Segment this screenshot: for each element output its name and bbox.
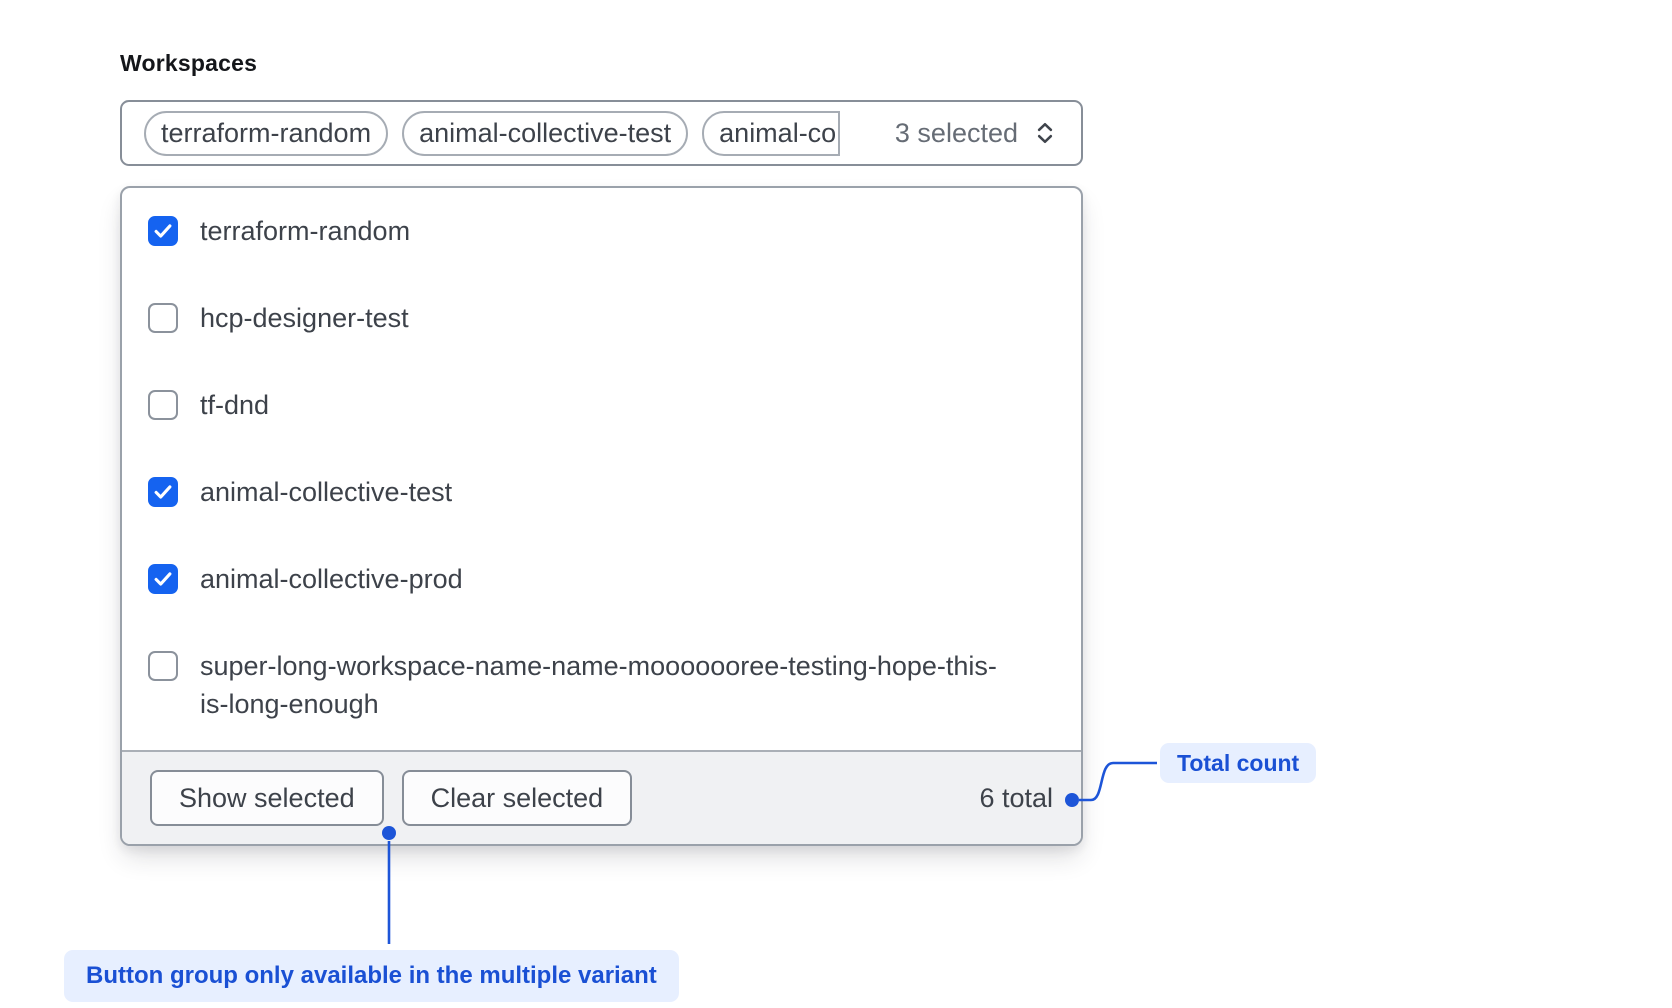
annotation-line-total-count	[1079, 763, 1157, 800]
toggle-count-area: 3 selected	[885, 118, 1059, 149]
option-label: animal-collective-test	[200, 473, 452, 511]
selected-tags: terraform-random animal-collective-test …	[144, 111, 885, 156]
selected-tag: terraform-random	[144, 111, 388, 156]
check-icon	[152, 220, 174, 242]
option-label: terraform-random	[200, 212, 410, 250]
listbox-footer: Show selected Clear selected 6 total	[122, 750, 1081, 844]
annotation-total-count: Total count	[1160, 743, 1316, 783]
check-icon	[152, 481, 174, 503]
checkbox[interactable]	[148, 303, 178, 333]
total-count-text: 6 total	[979, 783, 1053, 814]
option-list: terraform-random hcp-designer-test tf-dn…	[122, 188, 1081, 772]
checkbox[interactable]	[148, 216, 178, 246]
multiselect-listbox: terraform-random hcp-designer-test tf-dn…	[120, 186, 1083, 846]
annotation-button-group: Button group only available in the multi…	[64, 950, 679, 1002]
option-row[interactable]: hcp-designer-test	[148, 299, 1055, 337]
option-row[interactable]: animal-collective-test	[148, 473, 1055, 511]
selected-tag: animal-collective-test	[402, 111, 688, 156]
option-row[interactable]: terraform-random	[148, 212, 1055, 250]
selected-tag-clipped: animal-collective-prod	[702, 111, 840, 156]
option-row[interactable]: animal-collective-prod	[148, 560, 1055, 598]
option-row[interactable]: tf-dnd	[148, 386, 1055, 424]
option-label: animal-collective-prod	[200, 560, 463, 598]
checkbox[interactable]	[148, 390, 178, 420]
option-label: super-long-workspace-name-name-moooooore…	[200, 647, 1000, 723]
checkbox[interactable]	[148, 651, 178, 681]
field-label: Workspaces	[120, 50, 257, 77]
option-row[interactable]: super-long-workspace-name-name-moooooore…	[148, 647, 1055, 723]
checkbox[interactable]	[148, 477, 178, 507]
check-icon	[152, 568, 174, 590]
selected-count-text: 3 selected	[895, 118, 1018, 149]
checkbox[interactable]	[148, 564, 178, 594]
unfold-more-icon	[1031, 119, 1059, 147]
option-label: tf-dnd	[200, 386, 269, 424]
multiselect-demo-page: Workspaces terraform-random animal-colle…	[0, 0, 1672, 1008]
multiselect-toggle[interactable]: terraform-random animal-collective-test …	[120, 100, 1083, 166]
clear-selected-button[interactable]: Clear selected	[402, 770, 633, 826]
show-selected-button[interactable]: Show selected	[150, 770, 384, 826]
option-label: hcp-designer-test	[200, 299, 409, 337]
